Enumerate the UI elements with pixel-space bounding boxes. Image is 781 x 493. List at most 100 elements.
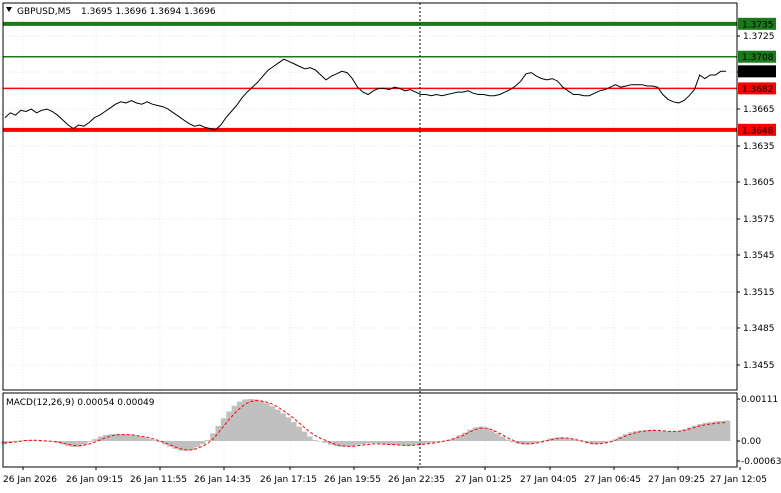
macd-bar — [199, 441, 206, 445]
macd-bar — [713, 421, 720, 441]
macd-bar — [124, 434, 131, 441]
price-tick-label: 1.3455 — [743, 361, 775, 371]
macd-bar — [644, 430, 650, 441]
macd-bar — [92, 439, 99, 441]
macd-tick-label: 0.00111 — [741, 395, 778, 405]
macd-bar — [129, 435, 136, 441]
macd-bar — [510, 441, 517, 443]
macd-title: MACD(12,26,9) 0.00054 0.00049 — [6, 398, 155, 408]
price-tick-label: 1.3695 — [743, 68, 775, 78]
time-tick-label: 26 Jan 17:15 — [260, 475, 317, 485]
macd-bar — [301, 431, 308, 441]
macd-bar — [279, 413, 286, 441]
macd-bar — [708, 422, 715, 441]
macd-bar — [665, 431, 672, 441]
price-tick-label: 1.3635 — [743, 142, 775, 152]
time-tick-label: 27 Jan 01:25 — [455, 475, 512, 485]
price-tick-label: 1.3485 — [743, 324, 775, 334]
macd-bar — [435, 441, 442, 442]
macd-tick-label: 0.00 — [741, 437, 761, 447]
macd-bar — [504, 439, 511, 441]
time-tick-label: 26 Jan 09:15 — [66, 475, 123, 485]
macd-bar — [306, 436, 313, 441]
macd-bar — [226, 411, 233, 441]
price-tick-label: 1.3575 — [743, 215, 775, 225]
chart-canvas[interactable]: 1.37351.37081.36821.36481.36961.37251.36… — [0, 0, 781, 489]
macd-bar — [258, 400, 265, 441]
macd-bar — [365, 441, 372, 444]
macd-bar — [499, 436, 506, 441]
time-tick-label: 26 Jan 14:35 — [194, 475, 251, 485]
macd-bar — [231, 405, 238, 441]
macd-bar — [295, 426, 302, 441]
macd-bar — [285, 417, 292, 441]
macd-bar — [140, 437, 147, 441]
macd-bar — [360, 441, 367, 445]
price-tick-label: 1.3665 — [743, 105, 775, 115]
macd-bar — [237, 401, 243, 441]
macd-bar — [87, 441, 93, 442]
chart-window[interactable]: 1.3735 1.3708 1.3682 1.3648 1.3696 1.3725 1.36… — [0, 0, 781, 489]
time-tick-label: 27 Jan 04:05 — [520, 475, 577, 485]
macd-bar — [494, 433, 500, 441]
macd-bar — [622, 434, 629, 441]
macd-bar — [247, 399, 254, 441]
macd-bar — [354, 441, 361, 445]
macd-bar — [220, 418, 227, 441]
macd-bar — [311, 439, 318, 441]
macd-bar — [135, 436, 142, 441]
macd-bar — [660, 430, 667, 441]
level-label: 1.3682 — [742, 85, 774, 95]
macd-bar — [269, 406, 276, 441]
macd-bar — [681, 429, 688, 441]
macd-tick-label: -0.00063 — [741, 457, 781, 467]
macd-bar — [670, 431, 677, 441]
macd-bar — [413, 441, 420, 445]
macd-bar — [569, 439, 575, 441]
macd-bar — [488, 430, 495, 441]
macd-bar — [408, 441, 415, 446]
level-label: 1.3648 — [742, 126, 774, 136]
macd-bar — [215, 425, 222, 441]
macd-bar — [349, 441, 356, 447]
price-tick-label: 1.3545 — [743, 251, 775, 261]
macd-bar — [81, 441, 88, 445]
symbol-label: GBPUSD,M5 — [17, 7, 71, 17]
macd-bar — [686, 427, 693, 441]
macd-bar — [461, 432, 468, 441]
price-tick-label: 1.3605 — [743, 178, 775, 188]
macd-bar — [478, 426, 484, 441]
macd-bar — [724, 420, 731, 441]
macd-bar — [719, 420, 725, 441]
macd-bar — [649, 429, 656, 441]
macd-bar — [483, 427, 490, 441]
macd-bar — [210, 433, 217, 441]
ohlc-label: 1.3695 1.3696 1.3694 1.3696 — [81, 7, 216, 17]
macd-bar — [204, 439, 211, 441]
macd-bar — [274, 409, 281, 441]
macd-bar — [322, 441, 329, 443]
macd-bar — [194, 441, 201, 448]
time-tick-label: 26 Jan 2026 — [3, 475, 57, 485]
macd-bar — [654, 430, 661, 441]
macd-bar — [70, 441, 77, 447]
time-tick-label: 26 Jan 11:55 — [130, 475, 187, 485]
macd-bar — [633, 431, 640, 441]
macd-bar — [188, 441, 195, 450]
level-label: 1.3708 — [742, 53, 774, 63]
price-tick-label: 1.3515 — [743, 288, 775, 298]
level-label: 1.3735 — [742, 20, 774, 30]
macd-bar — [376, 441, 383, 444]
macd-bar — [119, 434, 126, 441]
macd-bar — [370, 441, 377, 444]
time-tick-label: 27 Jan 09:25 — [648, 475, 705, 485]
chart-header: GBPUSD,M5 1.3695 1.3696 1.3694 1.3696 — [6, 7, 216, 17]
macd-bar — [317, 441, 324, 442]
macd-bar — [172, 441, 179, 449]
chart-background — [0, 0, 781, 489]
macd-bar — [145, 438, 152, 441]
time-tick-label: 27 Jan 12:05 — [710, 475, 767, 485]
macd-bar — [290, 422, 297, 441]
macd-bar — [253, 399, 259, 441]
macd-bar — [263, 403, 270, 441]
